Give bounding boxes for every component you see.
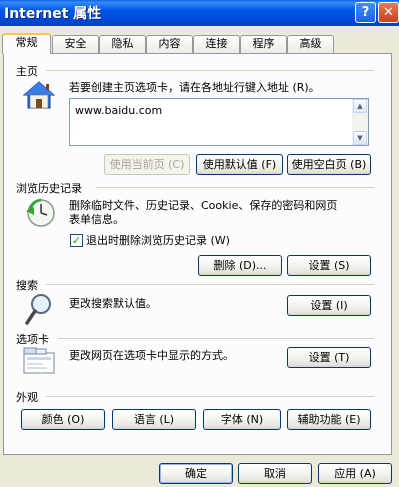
separator — [46, 70, 374, 71]
separator — [58, 338, 374, 339]
tab-security[interactable]: 安全 — [52, 35, 99, 53]
home-url-value: www.baidu.com — [75, 104, 163, 117]
use-current-button[interactable]: 使用当前页 (C) — [104, 154, 190, 175]
magnifier-icon — [25, 294, 51, 325]
tabbed-window-icon — [23, 347, 55, 374]
history-clock-icon — [26, 198, 55, 227]
separator — [46, 284, 374, 285]
appearance-section-title: 外观 — [16, 391, 38, 404]
search-section-title: 搜索 — [16, 279, 38, 292]
separator — [96, 187, 374, 188]
fonts-button[interactable]: 字体 (N) — [203, 409, 281, 430]
history-description-line2: 表单信息。 — [69, 213, 124, 226]
languages-button[interactable]: 语言 (L) — [112, 409, 196, 430]
title-bar[interactable]: Internet 属性 ? ✕ — [0, 0, 399, 26]
apply-button[interactable]: 应用 (A) — [318, 463, 392, 484]
house-icon — [22, 81, 56, 109]
history-settings-button[interactable]: 设置 (S) — [287, 255, 371, 276]
tabs-settings-button[interactable]: 设置 (T) — [287, 347, 371, 368]
scroll-up-icon[interactable]: ▲ — [353, 99, 367, 113]
scroll-down-icon[interactable]: ▼ — [353, 131, 367, 145]
home-url-input[interactable]: www.baidu.com ▲ ▼ — [69, 98, 369, 146]
delete-on-exit-checkbox[interactable]: ✓ — [70, 234, 83, 247]
delete-on-exit-label[interactable]: 退出时删除浏览历史记录 (W) — [86, 234, 230, 248]
tab-advanced[interactable]: 高级 — [287, 35, 334, 53]
search-settings-button[interactable]: 设置 (I) — [287, 295, 371, 316]
use-default-button[interactable]: 使用默认值 (F) — [196, 154, 283, 175]
cancel-button[interactable]: 取消 — [238, 463, 312, 484]
colors-button[interactable]: 颜色 (O) — [21, 409, 105, 430]
use-blank-button[interactable]: 使用空白页 (B) — [287, 154, 371, 175]
help-button[interactable]: ? — [355, 2, 376, 23]
home-url-scrollbar[interactable]: ▲ ▼ — [352, 99, 368, 145]
delete-history-button[interactable]: 删除 (D)... — [198, 255, 282, 276]
tabs-description: 更改网页在选项卡中显示的方式。 — [69, 349, 234, 362]
tab-connections[interactable]: 连接 — [193, 35, 240, 53]
close-button[interactable]: ✕ — [378, 2, 399, 23]
tab-programs[interactable]: 程序 — [240, 35, 287, 53]
separator — [46, 396, 374, 397]
history-section-title: 浏览历史记录 — [16, 182, 82, 195]
tab-privacy[interactable]: 隐私 — [99, 35, 146, 53]
ok-button[interactable]: 确定 — [159, 463, 233, 484]
accessibility-button[interactable]: 辅助功能 (E) — [287, 409, 371, 430]
tab-general[interactable]: 常规 — [2, 33, 51, 54]
window-title: Internet 属性 — [4, 6, 102, 22]
search-description: 更改搜索默认值。 — [69, 297, 157, 310]
home-section-title: 主页 — [16, 65, 38, 78]
home-description: 若要创建主页选项卡，请在各地址行键入地址 (R)。 — [69, 81, 320, 94]
history-description-line1: 删除临时文件、历史记录、Cookie、保存的密码和网页 — [69, 199, 338, 212]
tab-content[interactable]: 内容 — [146, 35, 193, 53]
